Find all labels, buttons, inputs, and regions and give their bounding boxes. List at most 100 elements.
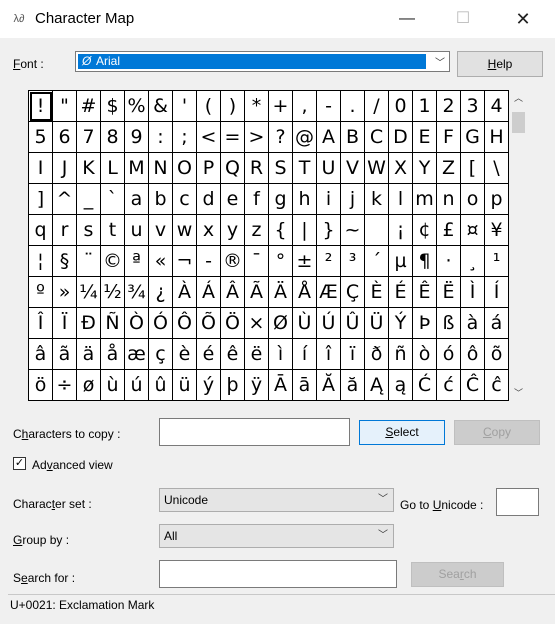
character-cell[interactable]: Ç — [341, 277, 365, 308]
character-cell[interactable]: µ — [389, 246, 413, 277]
scroll-up-arrow-icon[interactable]: ︿ — [510, 92, 527, 104]
character-cell[interactable]: d — [197, 184, 221, 215]
minimize-button[interactable]: — — [384, 0, 430, 38]
character-cell[interactable]: \ — [485, 153, 509, 184]
character-cell[interactable]: { — [269, 215, 293, 246]
character-cell[interactable]: o — [461, 184, 485, 215]
character-cell[interactable]: Þ — [413, 308, 437, 339]
character-cell[interactable]: j — [341, 184, 365, 215]
character-cell[interactable]: í — [293, 339, 317, 370]
character-cell[interactable]: ¬ — [173, 246, 197, 277]
character-cell[interactable]: Ó — [149, 308, 173, 339]
character-cell[interactable]: © — [101, 246, 125, 277]
character-cell[interactable]: ß — [437, 308, 461, 339]
character-cell[interactable]: ö — [29, 370, 53, 401]
character-grid[interactable]: ! " # $% & '() * +, -./0 1 2 3 4 5 6 7 8 9:; < = >? @ A B C D E F G H… — [28, 90, 509, 401]
character-cell[interactable]: ¼ — [77, 277, 101, 308]
character-cell[interactable]: 2 — [437, 91, 461, 122]
character-cell[interactable]: S — [269, 153, 293, 184]
character-cell[interactable]: ó — [437, 339, 461, 370]
character-cell[interactable]: ć — [437, 370, 461, 401]
character-cell[interactable]: D — [389, 122, 413, 153]
character-cell[interactable]: + — [269, 91, 293, 122]
character-cell[interactable]: & — [149, 91, 173, 122]
character-cell[interactable]: y — [221, 215, 245, 246]
advanced-view-checkbox[interactable]: ✓ — [13, 457, 26, 470]
character-cell[interactable]: á — [485, 308, 509, 339]
character-cell[interactable]: Ã — [245, 277, 269, 308]
character-cell[interactable]: - — [317, 91, 341, 122]
character-cell[interactable]: G — [461, 122, 485, 153]
search-input[interactable] — [159, 560, 397, 588]
character-cell[interactable]: v — [149, 215, 173, 246]
character-cell[interactable]: O — [173, 153, 197, 184]
character-cell[interactable]: Í — [485, 277, 509, 308]
character-cell[interactable]: Ä — [269, 277, 293, 308]
character-cell[interactable]: × — [245, 308, 269, 339]
group-by-dropdown[interactable]: All ﹀ — [159, 524, 394, 548]
character-cell[interactable]: Ê — [413, 277, 437, 308]
character-cell[interactable]: m — [413, 184, 437, 215]
character-cell[interactable]: ą — [389, 370, 413, 401]
chevron-down-icon[interactable]: ﹀ — [378, 525, 388, 547]
character-cell[interactable]: [ — [461, 153, 485, 184]
character-cell[interactable]: , — [293, 91, 317, 122]
character-cell[interactable]: ¢ — [413, 215, 437, 246]
character-cell[interactable]: L — [101, 153, 125, 184]
character-cell[interactable]: H — [485, 122, 509, 153]
character-cell[interactable]: ÷ — [53, 370, 77, 401]
character-cell[interactable]: ø — [77, 370, 101, 401]
character-cell[interactable]: Õ — [197, 308, 221, 339]
grid-scrollbar[interactable]: ︿ ﹀ — [510, 90, 527, 401]
character-cell[interactable]: V — [341, 153, 365, 184]
character-cell[interactable]: ¿ — [149, 277, 173, 308]
character-cell[interactable]: q — [29, 215, 53, 246]
character-cell[interactable]: : — [149, 122, 173, 153]
character-cell[interactable]: Q — [221, 153, 245, 184]
character-cell[interactable]: £ — [437, 215, 461, 246]
character-cell[interactable]: c — [173, 184, 197, 215]
character-cell[interactable]: Ĉ — [461, 370, 485, 401]
character-cell[interactable]: ¹ — [485, 246, 509, 277]
character-cell[interactable]: ; — [173, 122, 197, 153]
character-cell[interactable]: Ü — [365, 308, 389, 339]
character-cell[interactable]: ¥ — [485, 215, 509, 246]
character-cell[interactable]: Ù — [293, 308, 317, 339]
character-cell[interactable]: ² — [317, 246, 341, 277]
character-cell[interactable]: F — [437, 122, 461, 153]
character-cell[interactable]: ¦ — [29, 246, 53, 277]
character-cell[interactable]: æ — [125, 339, 149, 370]
character-cell[interactable]: - — [197, 246, 221, 277]
character-cell[interactable]: @ — [293, 122, 317, 153]
character-cell[interactable]: ´ — [365, 246, 389, 277]
character-cell[interactable]: É — [389, 277, 413, 308]
character-cell[interactable]: I — [29, 153, 53, 184]
character-cell[interactable]: ü — [173, 370, 197, 401]
character-cell[interactable]: û — [149, 370, 173, 401]
character-cell[interactable]: Ö — [221, 308, 245, 339]
character-cell[interactable]: e — [221, 184, 245, 215]
character-cell[interactable]: C — [365, 122, 389, 153]
character-cell[interactable]: à — [461, 308, 485, 339]
scroll-thumb[interactable] — [512, 112, 525, 133]
character-cell[interactable]: Ú — [317, 308, 341, 339]
character-cell[interactable]: B — [341, 122, 365, 153]
scroll-down-arrow-icon[interactable]: ﹀ — [510, 387, 527, 399]
character-cell[interactable]: ~ — [341, 215, 365, 246]
character-cell[interactable]: ® — [221, 246, 245, 277]
character-cell[interactable]: b — [149, 184, 173, 215]
character-cell[interactable]: l — [389, 184, 413, 215]
character-cell[interactable]: 9 — [125, 122, 149, 153]
character-cell[interactable]: s — [77, 215, 101, 246]
character-cell[interactable]: ê — [221, 339, 245, 370]
character-cell[interactable]: " — [53, 91, 77, 122]
character-cell[interactable]: ð — [365, 339, 389, 370]
character-cell[interactable]: ñ — [389, 339, 413, 370]
character-cell[interactable]: Â — [221, 277, 245, 308]
character-cell[interactable]: * — [245, 91, 269, 122]
character-cell[interactable]: ³ — [341, 246, 365, 277]
character-cell[interactable]: ¯ — [245, 246, 269, 277]
character-cell[interactable]: ì — [269, 339, 293, 370]
character-cell[interactable]: i — [317, 184, 341, 215]
character-cell[interactable]: ^ — [53, 184, 77, 215]
